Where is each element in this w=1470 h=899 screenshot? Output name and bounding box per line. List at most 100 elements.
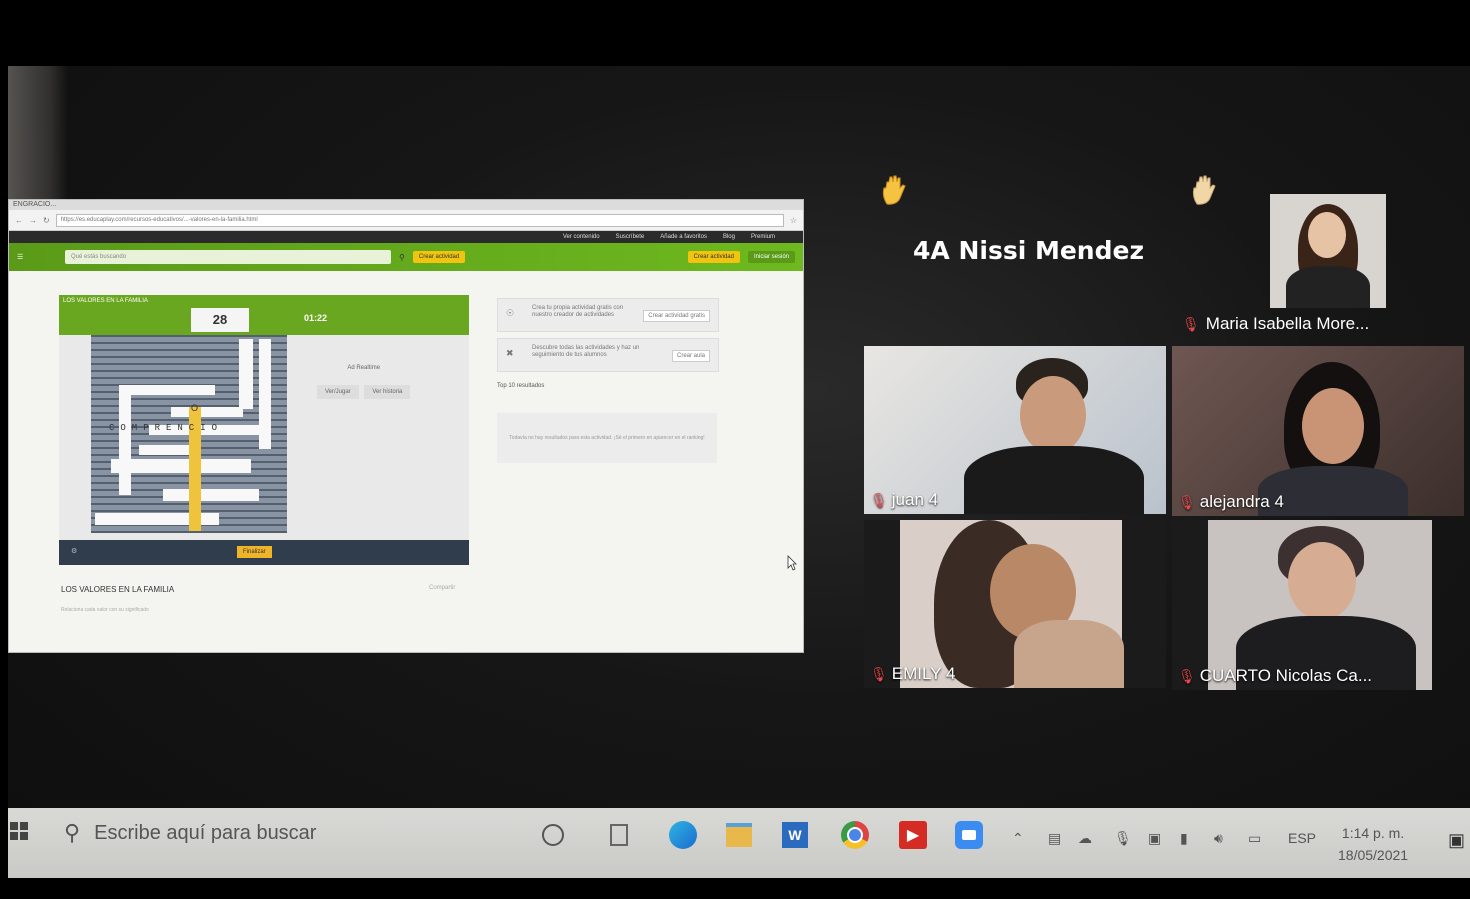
tray-network-icon[interactable]: ☁	[1078, 830, 1092, 847]
site-top-link[interactable]: Ver contenido	[563, 234, 600, 240]
tray-monitor-icon[interactable]: ▭	[1248, 830, 1261, 847]
participant-label: 🎙︎ juan 4	[870, 490, 938, 510]
file-explorer-icon[interactable]	[724, 820, 754, 850]
participant-video-tile[interactable]: 🎙︎ EMILY 4	[864, 520, 1166, 688]
windows-taskbar: ⚲ Escribe aquí para buscar W ▶ ⌃ ▤ ☁ 🎙︎ …	[8, 808, 1470, 878]
promo-card-text: Descubre todas las actividades y haz un …	[532, 345, 640, 358]
shared-screen: ENGRACIO... ← → ↻ https://es.educaplay.c…	[8, 199, 804, 653]
share-link[interactable]: Compartir	[429, 585, 455, 591]
site-top-bar: Ver contenido Suscríbete Añade a favorit…	[9, 231, 803, 243]
taskbar-search-input[interactable]: Escribe aquí para buscar	[94, 822, 316, 845]
zoom-icon[interactable]	[954, 820, 984, 850]
promo-card: ☉ Crea tu propia actividad gratis con nu…	[497, 298, 719, 332]
grid-cell-block[interactable]	[119, 385, 215, 395]
monitor-bezel-left	[0, 0, 8, 899]
participant-video-tile[interactable]: 🎙︎ CUARTO Nicolas Ca...	[1172, 520, 1432, 690]
language-indicator[interactable]: ESP	[1288, 830, 1316, 846]
mic-muted-icon: 🎙︎	[1178, 493, 1196, 510]
grid-cell-block[interactable]	[119, 385, 131, 495]
tray-chevron-icon[interactable]: ⌃	[1012, 830, 1024, 847]
participant-label: 🎙︎ Maria Isabella More...	[1182, 314, 1369, 334]
game-title: LOS VALORES EN LA FAMILIA	[63, 298, 148, 304]
site-top-link[interactable]: Añade a favoritos	[660, 234, 707, 240]
mic-muted-icon: 🎙︎	[1182, 315, 1200, 332]
raised-hand-icon	[1192, 175, 1216, 205]
grid-cell-block[interactable]	[163, 489, 259, 501]
notifications-icon[interactable]: ▣	[1448, 830, 1465, 851]
results-label: Top 10 resultados	[497, 383, 545, 389]
participant-video-tile[interactable]: 🎙︎ juan 4	[864, 346, 1166, 514]
mic-muted-icon: 🎙︎	[870, 491, 888, 508]
back-icon[interactable]: ←	[15, 216, 23, 225]
create-activity-button[interactable]: Crear actividad	[687, 251, 740, 263]
side-panel-label: Ad Realtime	[347, 365, 381, 371]
empty-results-card: Todavía no hay resultados para esta acti…	[497, 413, 717, 463]
promo-card-button[interactable]: Crear actividad gratis	[643, 310, 710, 322]
raised-hand-icon	[882, 175, 906, 205]
game-side-panel: Ad Realtime Ver/Jugar Ver historia	[317, 365, 411, 399]
acrobat-icon[interactable]: ▶	[898, 820, 928, 850]
participant-name: Maria Isabella More...	[1205, 314, 1370, 333]
grid-cell-block[interactable]	[239, 339, 253, 409]
battery-icon[interactable]: ▮	[1180, 830, 1188, 847]
clock-date: 18/05/2021	[1338, 847, 1409, 863]
star-icon[interactable]: ☆	[790, 216, 797, 225]
finish-button[interactable]: Finalizar	[237, 546, 272, 558]
activity-title: LOS VALORES EN LA FAMILIA	[61, 585, 175, 594]
word-icon[interactable]: W	[780, 820, 810, 850]
participant-video-tile[interactable]: 🎙︎ alejandra 4	[1172, 346, 1464, 516]
task-view-icon[interactable]	[604, 820, 634, 850]
microphone-icon[interactable]: 🎙︎	[1114, 830, 1132, 847]
crossword-grid[interactable]: O	[91, 335, 287, 533]
site-search-input[interactable]: Qué estás buscando	[65, 250, 391, 264]
monitor-bezel-bottom	[0, 878, 1470, 899]
browser-tab[interactable]: ENGRACIO...	[13, 201, 56, 208]
participant-name: CUARTO Nicolas Ca...	[1199, 666, 1373, 685]
chrome-icon[interactable]	[840, 820, 870, 850]
grid-cell-block[interactable]	[111, 459, 251, 473]
tools-icon: ✖	[506, 348, 514, 358]
promo-card-button[interactable]: Crear aula	[671, 350, 710, 362]
search-icon[interactable]: ⚲	[399, 253, 405, 262]
participant-name: alejandra 4	[1199, 492, 1284, 511]
address-bar[interactable]: https://es.educaplay.com/recursos-educat…	[55, 213, 784, 227]
game-header: LOS VALORES EN LA FAMILIA 28 01:22	[59, 295, 469, 335]
forward-icon[interactable]: →	[29, 216, 37, 225]
settings-icon[interactable]: ⚙	[71, 547, 77, 555]
site-top-link[interactable]: Blog	[723, 234, 735, 240]
search-icon: ⚲	[64, 820, 81, 845]
mouse-cursor-icon	[787, 555, 797, 571]
side-panel-button[interactable]: Ver historia	[364, 385, 411, 399]
login-button[interactable]: Iniciar sesión	[747, 251, 795, 263]
site-nav-bar: ☰ Qué estás buscando ⚲ Crear actividad C…	[9, 243, 803, 271]
nav-button[interactable]: Crear actividad	[412, 251, 466, 263]
reload-icon[interactable]: ↻	[43, 216, 50, 225]
site-top-link[interactable]: Suscríbete	[616, 234, 645, 240]
grid-word: COMPRENCIO	[109, 423, 224, 433]
browser-toolbar: ← → ↻ https://es.educaplay.com/recursos-…	[9, 210, 803, 231]
grid-cell-block[interactable]	[171, 407, 243, 417]
participant-name: juan 4	[891, 490, 939, 509]
promo-card-text: Crea tu propia actividad gratis con nues…	[532, 305, 624, 318]
menu-icon[interactable]: ☰	[17, 253, 57, 261]
volume-icon[interactable]: 🔊︎	[1214, 830, 1223, 847]
grid-cell-block[interactable]	[259, 339, 271, 449]
side-panel-button[interactable]: Ver/Jugar	[317, 385, 359, 399]
participant-video-tile[interactable]	[1270, 194, 1386, 308]
game-footer: ⚙ Finalizar	[59, 540, 469, 565]
tray-display-icon[interactable]: ▣	[1148, 830, 1161, 847]
windows-start-icon[interactable]	[10, 822, 28, 840]
cortana-icon[interactable]	[538, 820, 568, 850]
tray-app-icon[interactable]: ▤	[1048, 830, 1061, 847]
activity-description: Relaciona cada valor con su significado	[61, 607, 149, 613]
promo-card: ✖ Descubre todas las actividades y haz u…	[497, 338, 719, 372]
grid-letter: O	[191, 403, 199, 413]
site-top-link[interactable]: Premium	[751, 234, 775, 240]
timer-display: 01:22	[304, 313, 328, 323]
edge-icon[interactable]	[668, 820, 698, 850]
crossword-game: LOS VALORES EN LA FAMILIA 28 01:22 O COM…	[59, 295, 469, 565]
taskbar-clock[interactable]: 1:14 p. m. 18/05/2021	[1338, 822, 1408, 866]
browser-tab-strip[interactable]: ENGRACIO...	[9, 200, 803, 210]
participant-name: EMILY 4	[891, 664, 956, 683]
taskbar-search[interactable]: ⚲ Escribe aquí para buscar	[64, 820, 316, 846]
